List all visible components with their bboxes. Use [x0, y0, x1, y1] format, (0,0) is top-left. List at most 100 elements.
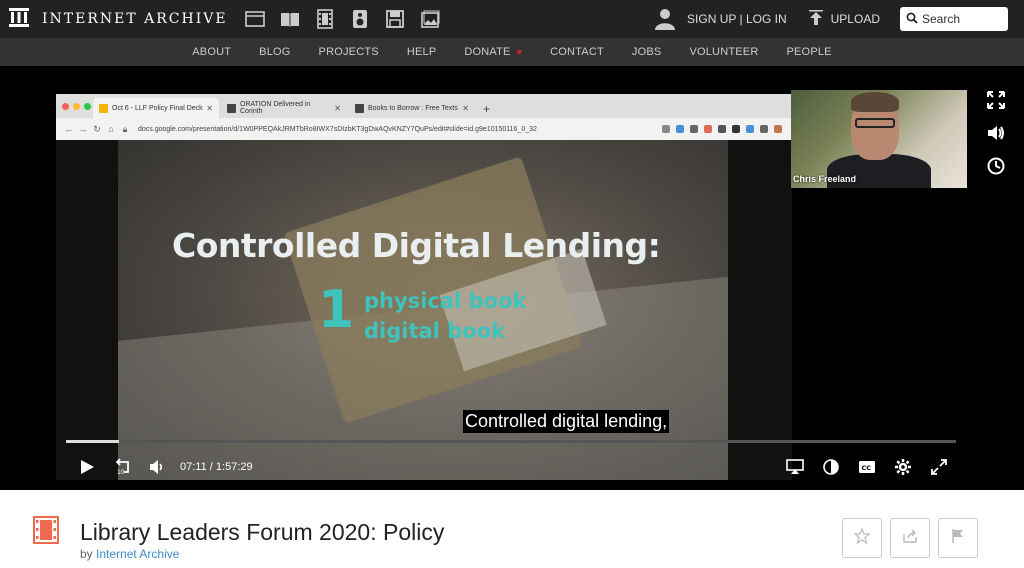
software-icon[interactable] [384, 8, 406, 30]
archive-building-icon [8, 6, 30, 33]
play-button[interactable] [78, 458, 96, 476]
close-dot-icon [62, 103, 69, 110]
seek-bar-progress [66, 440, 120, 443]
upload-icon [807, 9, 831, 30]
nav-item-people[interactable]: PEOPLE [772, 46, 845, 58]
sign-up-login-link[interactable]: SIGN UP | LOG IN [687, 12, 787, 26]
texts-icon[interactable] [279, 8, 301, 30]
nav-item-donate[interactable]: DONATE ♥ [450, 46, 536, 58]
window-buttons [62, 103, 91, 110]
browser-tab: ORATION Delivered in Corinth ✕ [221, 98, 347, 118]
expand-icon[interactable] [986, 90, 1006, 115]
new-tab-icon: + [483, 102, 491, 116]
seek-bar[interactable] [66, 440, 956, 443]
extension-icon [676, 125, 684, 133]
volume-side-icon[interactable] [986, 123, 1006, 148]
slide-number: 1 [318, 280, 355, 340]
flag-button[interactable] [938, 518, 978, 558]
share-button[interactable] [890, 518, 930, 558]
slide-text: physical book digital book [364, 286, 526, 346]
browser-tab-label: Oct 6 - LLF Policy Final Deck [112, 104, 203, 112]
time-display: 07:11 / 1:57:29 [180, 461, 253, 473]
extension-icon [704, 125, 712, 133]
browser-tab-strip: Oct 6 - LLF Policy Final Deck ✕ ORATION … [56, 94, 792, 118]
fullscreen-icon[interactable] [930, 458, 948, 476]
movies-film-icon [32, 516, 60, 549]
extension-icon [746, 125, 754, 133]
byline-prefix: by [80, 547, 93, 561]
account-area: SIGN UP | LOG IN UPLOAD Search [653, 0, 1008, 38]
browser-window-capture: Oct 6 - LLF Policy Final Deck ✕ ORATION … [56, 94, 792, 140]
player-controls: 10 07:11 / 1:57:29 CC [66, 454, 956, 480]
video-frame[interactable]: Oct 6 - LLF Policy Final Deck ✕ ORATION … [56, 94, 792, 480]
archive-favicon-icon [227, 103, 236, 113]
item-title: Library Leaders Forum 2020: Policy [80, 519, 445, 545]
speaker-glasses [855, 118, 895, 128]
nav-item-blog[interactable]: BLOG [245, 46, 304, 58]
extension-icons [662, 125, 782, 133]
browser-tab: Books to Borrow : Free Texts ✕ [349, 98, 475, 118]
share-icon [902, 528, 918, 549]
clock-icon[interactable] [986, 156, 1006, 181]
reload-icon: ↻ [93, 123, 101, 134]
audio-icon[interactable] [349, 8, 371, 30]
slide-line-digital: digital book [364, 319, 506, 343]
extension-icon [732, 125, 740, 133]
address-url: docs.google.com/presentation/d/1W0PPEQAk… [138, 125, 537, 133]
heart-icon: ♥ [516, 47, 523, 57]
speaker-name: Chris Freeland [793, 174, 857, 184]
video-icon[interactable] [314, 8, 336, 30]
volume-button[interactable] [148, 458, 166, 476]
archive-logo[interactable]: INTERNET ARCHIVE [8, 6, 228, 33]
search-placeholder: Search [922, 12, 961, 26]
closed-captions-icon[interactable]: CC [858, 458, 876, 476]
profile-avatar-icon [774, 125, 782, 133]
settings-gear-icon[interactable] [894, 458, 912, 476]
nav-item-contact[interactable]: CONTACT [536, 46, 618, 58]
nav-item-volunteer[interactable]: VOLUNTEER [675, 46, 772, 58]
nav-item-help[interactable]: HELP [393, 46, 451, 58]
nav-item-projects[interactable]: PROJECTS [305, 46, 393, 58]
slides-favicon-icon [99, 103, 108, 113]
nav-item-about[interactable]: ABOUT [178, 46, 245, 58]
rewind-10-button[interactable]: 10 [114, 458, 132, 476]
home-icon: ⌂ [108, 124, 114, 134]
extension-icon [760, 125, 768, 133]
current-time: 07:11 [180, 461, 207, 473]
author-link[interactable]: Internet Archive [96, 547, 179, 561]
extension-icon [718, 125, 726, 133]
nav-item-donate-label: DONATE [464, 46, 511, 58]
extension-icon [690, 125, 698, 133]
address-bar: ← → ↻ ⌂ 🔒︎ docs.google.com/presentation/… [62, 120, 786, 138]
tab-close-icon: ✕ [206, 103, 213, 113]
star-icon [853, 526, 871, 549]
video-player[interactable]: Oct 6 - LLF Policy Final Deck ✕ ORATION … [0, 66, 1024, 490]
upload-label: UPLOAD [830, 12, 880, 26]
maximize-dot-icon [84, 103, 91, 110]
main-nav: ABOUT BLOG PROJECTS HELP DONATE ♥ CONTACT… [0, 38, 1024, 66]
tab-close-icon: ✕ [462, 103, 469, 113]
favorite-button[interactable] [842, 518, 882, 558]
flag-icon [950, 528, 966, 549]
speaker-webcam: Chris Freeland [791, 90, 967, 188]
byline: by Internet Archive [80, 547, 179, 561]
lock-icon: 🔒︎ [122, 123, 128, 134]
top-bar: INTERNET ARCHIVE SIGN UP | LOG IN UPLOAD… [0, 0, 1024, 38]
slide-line-physical: physical book [364, 289, 527, 313]
back-arrow-icon: ← [64, 124, 74, 134]
closed-caption: Controlled digital lending, [463, 410, 670, 433]
media-type-icons [244, 8, 441, 30]
images-icon[interactable] [419, 8, 441, 30]
user-icon[interactable] [653, 6, 677, 33]
svg-text:10: 10 [117, 469, 125, 476]
airplay-icon[interactable] [786, 458, 804, 476]
tab-close-icon: ✕ [334, 103, 341, 113]
time-separator: / [209, 461, 213, 473]
logo-text: INTERNET ARCHIVE [42, 11, 228, 27]
contrast-icon[interactable] [822, 458, 840, 476]
nav-item-jobs[interactable]: JOBS [618, 46, 676, 58]
archive-favicon-icon [355, 103, 364, 113]
search-input[interactable]: Search [900, 7, 1008, 31]
upload-button[interactable]: UPLOAD [807, 9, 880, 30]
web-icon[interactable] [244, 8, 266, 30]
